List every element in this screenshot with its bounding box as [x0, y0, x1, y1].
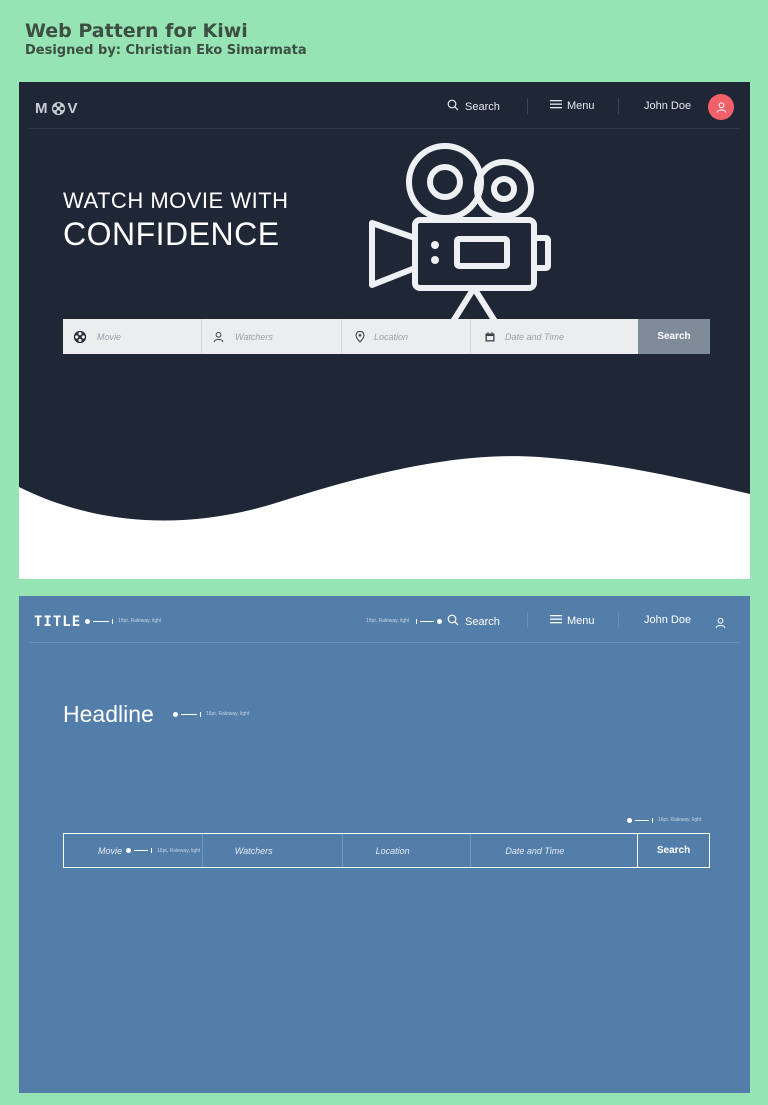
date-time-field[interactable]: Date and Time — [471, 834, 637, 867]
annotation-label: 16pt, Raleway, light — [206, 711, 250, 717]
date-time-field[interactable]: Date and Time — [471, 319, 638, 354]
annotation-line — [181, 713, 197, 715]
navbar-divider — [29, 128, 740, 129]
nav-divider — [527, 98, 528, 114]
annotation-line — [93, 620, 109, 622]
annotation-line — [420, 620, 435, 622]
date-time-placeholder: Date and Time — [505, 845, 565, 856]
hamburger-icon — [550, 614, 562, 627]
hamburger-icon — [550, 99, 562, 112]
movie-placeholder: Movie — [97, 331, 122, 342]
annotation-dot — [627, 817, 632, 823]
wave-divider — [19, 456, 750, 579]
mockup-panel: M V Search Menu John Doe WATCH MOVIE WIT… — [19, 82, 750, 579]
title-annotation: 16pt, Raleway, light — [85, 618, 161, 624]
annotation-tick — [652, 817, 653, 823]
movie-annotation: 16pt, Raleway, light — [126, 848, 200, 854]
annotation-dot — [85, 618, 90, 624]
nav-search-label: Search — [465, 100, 500, 113]
user-icon — [716, 98, 727, 117]
search-bar: Movie Watchers Location Date and Time Se… — [63, 319, 710, 354]
user-icon[interactable] — [715, 614, 726, 633]
location-field[interactable]: Location — [343, 834, 472, 867]
nav-user-name[interactable]: John Doe — [644, 100, 691, 112]
nav-search-label: Search — [465, 615, 500, 628]
search-icon — [447, 614, 459, 629]
search-button[interactable]: Search — [637, 834, 709, 867]
annotation-line — [635, 819, 649, 821]
page-title: Web Pattern for Kiwi — [25, 20, 248, 42]
location-field[interactable]: Location — [342, 319, 471, 354]
annotation-label: 16pt, Raleway, light — [366, 618, 410, 624]
nav-menu-label: Menu — [567, 99, 595, 112]
annotation-label: 16pt, Raleway, light — [118, 618, 162, 624]
film-reel-icon — [73, 330, 87, 344]
logo-letter-m: M — [35, 99, 49, 117]
search-icon — [447, 99, 459, 114]
nav-user-name[interactable]: John Doe — [644, 614, 691, 626]
film-reel-logo-icon — [51, 101, 66, 116]
user-icon — [213, 331, 224, 343]
logo-letter-v: V — [67, 99, 79, 117]
annotation-tick — [112, 618, 113, 624]
headline: Headline — [63, 701, 154, 727]
logo[interactable]: M V — [35, 98, 79, 118]
wireframe-panel: TITLE 16pt, Raleway, light 16pt, Raleway… — [19, 596, 750, 1093]
search-annotation: 16pt, Raleway, light — [366, 618, 443, 624]
annotation-label: 16pt, Raleway, light — [658, 817, 702, 823]
wireframe-title: TITLE — [34, 614, 82, 630]
annotation-tick — [416, 618, 418, 624]
annotation-dot — [173, 711, 178, 717]
navbar-divider — [29, 642, 740, 643]
hero-title-line2: CONFIDENCE — [63, 216, 280, 252]
nav-search-button[interactable]: Search — [447, 614, 500, 629]
calendar-icon — [485, 331, 495, 342]
avatar[interactable] — [708, 94, 734, 120]
search-button[interactable]: Search — [638, 319, 710, 354]
location-pin-icon — [355, 330, 365, 343]
annotation-dot — [437, 618, 443, 624]
movie-placeholder: Movie — [98, 845, 123, 856]
annotation-label: 16pt, Raleway, light — [157, 847, 201, 854]
movie-camera-icon — [367, 140, 557, 329]
movie-field[interactable]: Movie 16pt, Raleway, light — [64, 834, 203, 867]
headline-annotation: 16pt, Raleway, light — [173, 711, 249, 717]
nav-divider — [618, 612, 619, 628]
annotation-tick — [151, 848, 153, 853]
movie-field[interactable]: Movie — [63, 319, 202, 354]
location-placeholder: Location — [375, 845, 410, 856]
mockup-navbar: M V Search Menu John Doe — [19, 82, 750, 129]
page-header: Web Pattern for Kiwi Designed by: Christ… — [25, 20, 307, 60]
nav-search-button[interactable]: Search — [447, 99, 500, 114]
annotation-dot — [126, 848, 132, 853]
date-time-placeholder: Date and Time — [505, 331, 564, 342]
annotation-line — [134, 850, 149, 851]
nav-divider — [527, 612, 528, 628]
watchers-field[interactable]: Watchers — [202, 319, 342, 354]
page-subtitle: Designed by: Christian Eko Simarmata — [25, 43, 307, 58]
nav-divider — [618, 98, 619, 114]
nav-menu-button[interactable]: Menu — [550, 614, 595, 627]
watchers-field[interactable]: Watchers — [203, 834, 343, 867]
search-bar: Movie 16pt, Raleway, light Watchers Loca… — [63, 833, 710, 868]
watchers-placeholder: Watchers — [235, 331, 273, 342]
nav-menu-button[interactable]: Menu — [550, 99, 595, 112]
annotation-tick — [200, 711, 201, 717]
watchers-placeholder: Watchers — [234, 845, 273, 856]
nav-menu-label: Menu — [567, 614, 595, 627]
location-placeholder: Location — [374, 331, 409, 342]
hero-title-line1: WATCH MOVIE WITH — [63, 188, 289, 213]
button-annotation: 16pt, Raleway, light — [627, 817, 701, 823]
